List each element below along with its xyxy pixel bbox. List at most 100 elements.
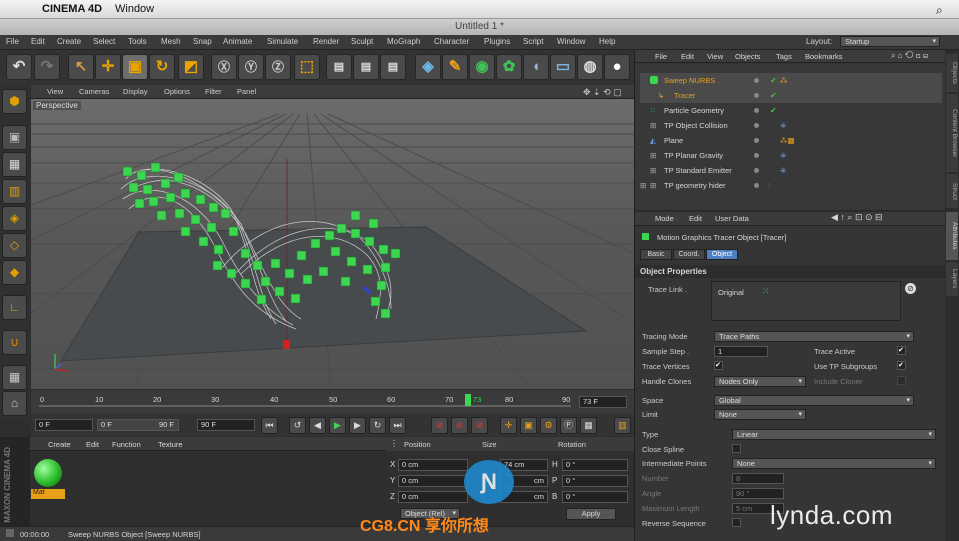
scale-key-icon[interactable]: ▣ [520,417,537,434]
current-frame-field[interactable]: 73 F [579,396,627,408]
autokeying-icon[interactable]: ⊘ [451,417,468,434]
menu-simulate[interactable]: Simulate [267,37,298,46]
menu-window[interactable]: Window [557,37,585,46]
trace-link-picker-icon[interactable]: ⊘ [905,283,916,294]
visibility-dot[interactable] [754,153,759,158]
enabled-check-icon[interactable]: ✔ [770,73,777,88]
render-settings-icon[interactable]: ▤ [380,54,406,80]
object-row-particle-geometry[interactable]: ⁙ Particle Geometry ✔ [640,103,942,118]
array-icon[interactable]: ✿ [496,54,522,80]
spotlight-search-icon[interactable]: ⌕ [936,3,943,18]
attr-menu-mode[interactable]: Mode [655,214,674,223]
menu-select[interactable]: Select [93,37,115,46]
y-axis-lock-icon[interactable]: Ⓨ [238,54,264,80]
3d-viewport[interactable] [31,99,634,389]
previous-frame-icon[interactable]: ◀ [309,417,326,434]
deformer-icon[interactable]: ◖ [523,54,549,80]
layout-dropdown[interactable]: Startup [840,36,940,47]
visibility-dot[interactable] [754,183,759,188]
use-tp-subgroups-checkbox[interactable]: ✔ [897,361,906,370]
redo-icon[interactable]: ↷ [34,54,60,80]
visibility-dot[interactable] [754,93,759,98]
sample-step-field[interactable]: 1 [714,346,768,357]
expand-icon[interactable]: ⊞ [640,178,646,193]
make-editable-icon[interactable]: ⬢ [2,89,27,114]
type-dropdown[interactable]: Linear [732,429,936,440]
menu-script[interactable]: Script [523,37,543,46]
workplane-mode-icon[interactable]: ▥ [2,179,27,204]
object-row-tp-standard-emitter[interactable]: ⊞ TP Standard Emitter ⁜ [640,163,942,178]
render-view-icon[interactable]: ▤ [326,54,352,80]
objmgr-search-icon[interactable]: ⌕ ⌂ ⟲ ⊡ ⊟ [891,51,928,61]
object-row-plane[interactable]: ◭ Plane ⁂▩ [640,133,942,148]
z-axis-lock-icon[interactable]: Ⓩ [265,54,291,80]
timeline-ruler[interactable]: 0 10 20 30 40 50 60 70 80 90 73 73 F [31,390,634,414]
material-menu-edit[interactable]: Edit [86,440,99,449]
tag-icon[interactable]: ⁂▩ [780,133,795,148]
rotation-key-icon[interactable]: ⚙ [540,417,557,434]
viewport-menu-cameras[interactable]: Cameras [79,87,109,96]
locked-workplane-icon[interactable]: ⌂ [2,391,27,416]
points-mode-icon[interactable]: ◈ [2,206,27,231]
rotation-b-field[interactable]: 0 ° [562,491,628,503]
start-frame-field[interactable]: 0 F [35,419,93,431]
viewport-menu-options[interactable]: Options [164,87,190,96]
visibility-dot[interactable] [754,138,759,143]
viewport-menu-display[interactable]: Display [123,87,148,96]
next-frame-icon[interactable]: ▶ [349,417,366,434]
nurbs-icon[interactable]: ◉ [469,54,495,80]
menu-mesh[interactable]: Mesh [161,37,181,46]
apply-button[interactable]: Apply [566,508,616,520]
material-swatch[interactable] [34,459,62,487]
space-dropdown[interactable]: Global [714,395,914,406]
menu-help[interactable]: Help [599,37,615,46]
parameter-key-icon[interactable]: Ⓟ [560,417,577,434]
attr-nav-icons[interactable]: ◀ ↑ ⌕ ⊡ ⊙ ⊟ [831,212,883,223]
last-tool-icon[interactable]: ◩ [178,54,204,80]
object-row-tp-planar-gravity[interactable]: ⊞ TP Planar Gravity ⁜ [640,148,942,163]
rotation-h-field[interactable]: 0 ° [562,459,628,471]
visibility-dot[interactable] [754,123,759,128]
objmgr-menu-edit[interactable]: Edit [681,52,694,61]
timeline-playhead[interactable] [465,394,471,406]
live-selection-icon[interactable]: ↖ [68,54,94,80]
tag-icon[interactable]: ⁜ [780,148,786,163]
material-menu-texture[interactable]: Texture [158,440,183,449]
disabled-x-icon[interactable]: ⁝ [768,178,770,193]
reverse-sequence-checkbox[interactable] [732,518,741,527]
trace-vertices-checkbox[interactable]: ✔ [714,361,723,370]
handle-clones-dropdown[interactable]: Nodes Only [714,376,806,387]
edges-mode-icon[interactable]: ◇ [2,233,27,258]
objmgr-menu-bookmarks[interactable]: Bookmarks [805,52,843,61]
tab-coord[interactable]: Coord. [673,249,705,260]
floor-icon[interactable]: ▭ [550,54,576,80]
menu-animate[interactable]: Animate [223,37,252,46]
visibility-dot[interactable] [754,78,759,83]
menu-character[interactable]: Character [434,37,469,46]
cube-primitive-icon[interactable]: ◈ [415,54,441,80]
menu-create[interactable]: Create [57,37,81,46]
light-icon[interactable]: ● [604,54,630,80]
number-field[interactable]: 8 [732,473,784,484]
material-name[interactable]: Mat [31,489,65,499]
menu-edit[interactable]: Edit [31,37,45,46]
position-z-field[interactable]: 0 cm [398,491,468,503]
intermediate-points-dropdown[interactable]: None [732,458,936,469]
menu-snap[interactable]: Snap [193,37,212,46]
viewport-nav-icons[interactable]: ✥ ⇣ ⟲ ▢ [583,87,622,98]
include-cloner-checkbox[interactable] [897,376,906,385]
object-row-tp-object-collision[interactable]: ⊞ TP Object Collision ⁜ [640,118,942,133]
attr-menu-user-data[interactable]: User Data [715,214,749,223]
visibility-dot[interactable] [754,108,759,113]
close-spline-checkbox[interactable] [732,444,741,453]
tracing-mode-dropdown[interactable]: Trace Paths [714,331,914,342]
snapping-icon[interactable]: ∪ [2,330,27,355]
objmgr-menu-objects[interactable]: Objects [735,52,760,61]
polygons-mode-icon[interactable]: ◆ [2,260,27,285]
axis-mode-icon[interactable]: ∟ [2,295,27,320]
angle-field[interactable]: 90 ° [732,488,784,499]
timeline-window-icon[interactable]: ▥ [614,417,631,434]
app-menu[interactable]: CINEMA 4D [42,3,102,15]
position-y-field[interactable]: 0 cm [398,475,468,487]
menu-plugins[interactable]: Plugins [484,37,510,46]
